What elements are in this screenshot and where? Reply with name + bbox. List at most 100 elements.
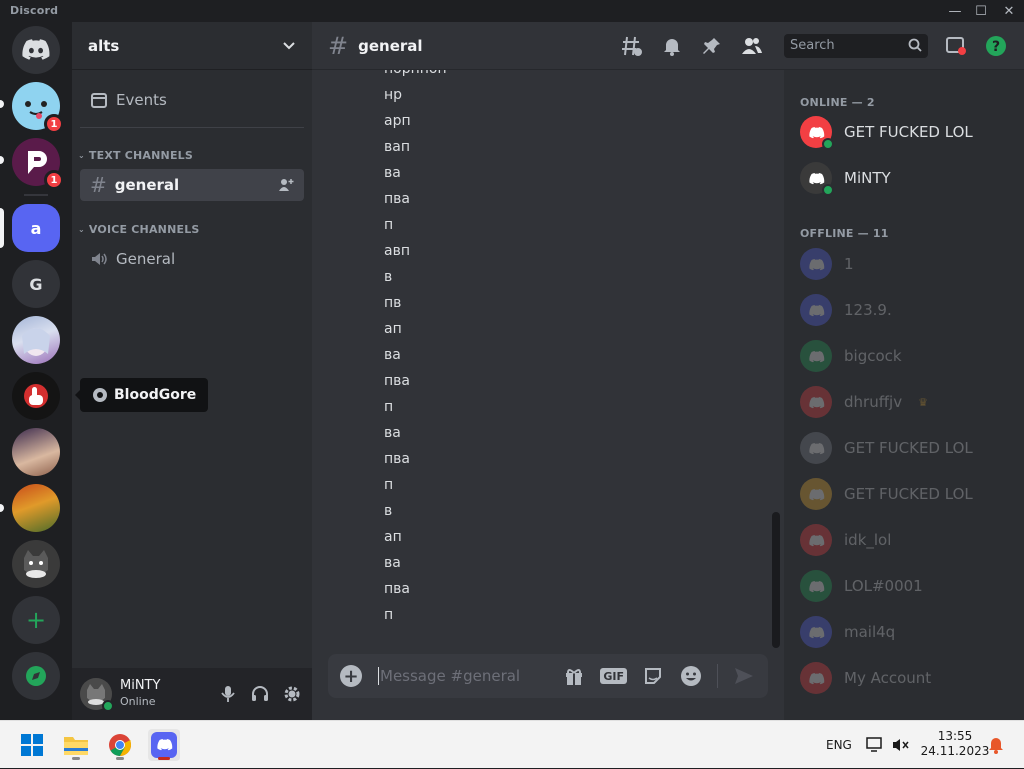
inbox-button[interactable] [944,34,968,58]
language-indicator[interactable]: ENG [826,721,852,769]
microphone-icon [221,686,235,702]
hash-icon: # [328,31,349,60]
gift-button[interactable] [562,664,586,688]
member-item[interactable]: mail4q [800,611,1010,653]
member-item[interactable]: 123.9. [800,289,1010,331]
member-item[interactable]: GET FUCKED LOL [800,111,1010,153]
monitor-icon [866,737,882,752]
server-name: alts [88,36,120,55]
discord-avatar-icon [809,259,825,271]
message-text: ва [384,555,401,571]
member-category: OFFLINE — 11 [800,227,889,240]
member-name: MiNTY [844,169,891,187]
file-explorer-button[interactable] [60,729,92,761]
message-text: п [384,607,394,623]
send-icon [735,668,753,684]
notification-bell-icon[interactable] [988,721,1004,769]
settings-button[interactable] [280,682,304,706]
member-item[interactable]: dhruffjv ♛ [800,381,1010,423]
search-input[interactable]: Search [784,34,928,58]
message-text: пва [384,451,410,467]
member-category: ONLINE — 2 [800,96,875,109]
server-icon-anime[interactable] [12,316,60,364]
member-item[interactable]: GET FUCKED LOL [800,427,1010,469]
chevron-down-icon [283,41,295,49]
unread-pill [0,100,4,108]
channel-label: General [116,250,176,268]
add-attachment-button[interactable]: + [340,665,362,687]
channel-sidebar: alts Events ⌄ TEXT CHANNELS # general ⌄ … [72,22,312,720]
chrome-button[interactable] [104,729,136,761]
discord-avatar-icon [809,351,825,363]
tooltip-label: BloodGore [114,387,197,403]
discord-taskbar-button[interactable] [148,729,180,761]
compass-icon [26,666,46,686]
sticker-button[interactable] [641,664,665,688]
avatar [800,386,832,418]
help-button[interactable]: ? [984,34,1008,58]
avatar [800,478,832,510]
events-item[interactable]: Events [80,84,304,116]
member-name: mail4q [844,623,896,641]
category-text-channels[interactable]: ⌄ TEXT CHANNELS [78,149,193,162]
explore-servers-button[interactable] [12,652,60,700]
member-item[interactable]: MiNTY [800,157,1010,199]
server-icon-cat[interactable] [12,540,60,588]
server-icon-art[interactable] [12,428,60,476]
username: MiNTY [120,678,161,693]
add-server-button[interactable]: + [12,596,60,644]
server-icon-alts[interactable]: a [12,204,60,252]
avatar [800,162,834,196]
server-icon-bloodgore[interactable] [12,372,60,420]
avatar[interactable] [80,678,114,712]
message-text: п [384,399,394,415]
server-icon-game[interactable] [12,484,60,532]
server-header[interactable]: alts [72,22,312,70]
invite-icon[interactable] [278,177,294,193]
user-info[interactable]: MiNTY Online [120,678,160,710]
member-item[interactable]: 1 [800,243,1010,285]
home-button[interactable] [12,26,60,74]
message-text: п [384,217,394,233]
message-text: авп [384,243,410,259]
volume-muted-icon[interactable] [892,721,910,769]
network-icon[interactable] [866,721,884,769]
close-button[interactable]: ✕ [994,0,1024,22]
emoji-button[interactable] [679,664,703,688]
headphones-button[interactable] [248,682,272,706]
member-name: 123.9. [844,301,892,319]
clock-time: 13:55 [937,729,973,743]
plus-icon: + [25,606,47,634]
microphone-button[interactable] [216,682,240,706]
channel-voice-general[interactable]: General [80,243,304,275]
threads-button[interactable] [620,34,644,58]
gift-icon [566,669,583,685]
clock[interactable]: 13:55 24.11.2023 [920,729,990,759]
scrollbar-thumb[interactable] [772,512,780,648]
channel-general[interactable]: # general [80,169,304,201]
hash-icon: # [90,173,107,197]
message-composer[interactable]: + Message #general GIF [328,654,768,698]
member-item[interactable]: idk_lol [800,519,1010,561]
gif-button[interactable]: GIF [600,668,627,684]
pinned-button[interactable] [700,34,724,58]
bell-icon [664,39,680,56]
member-item[interactable]: bigcock [800,335,1010,377]
member-list-button[interactable] [740,34,764,58]
server-icon-2[interactable]: 1 [12,138,64,190]
notifications-button[interactable] [660,34,684,58]
server-icon-g[interactable]: G [12,260,60,308]
send-button[interactable] [732,664,756,688]
server-icon-1[interactable]: 1 [12,82,64,134]
member-item[interactable]: GET FUCKED LOL [800,473,1010,515]
member-name: GET FUCKED LOL [844,485,973,503]
maximize-button[interactable]: ☐ [966,0,996,22]
member-item[interactable]: LOL#0001 [800,565,1010,607]
member-item[interactable]: My Account [800,657,1010,699]
category-voice-channels[interactable]: ⌄ VOICE CHANNELS [78,223,200,236]
message-input[interactable]: Message #general [378,667,520,685]
avatar [800,294,832,326]
user-status: Online [120,695,156,708]
clock-date: 24.11.2023 [920,744,990,758]
start-button[interactable] [16,729,48,761]
